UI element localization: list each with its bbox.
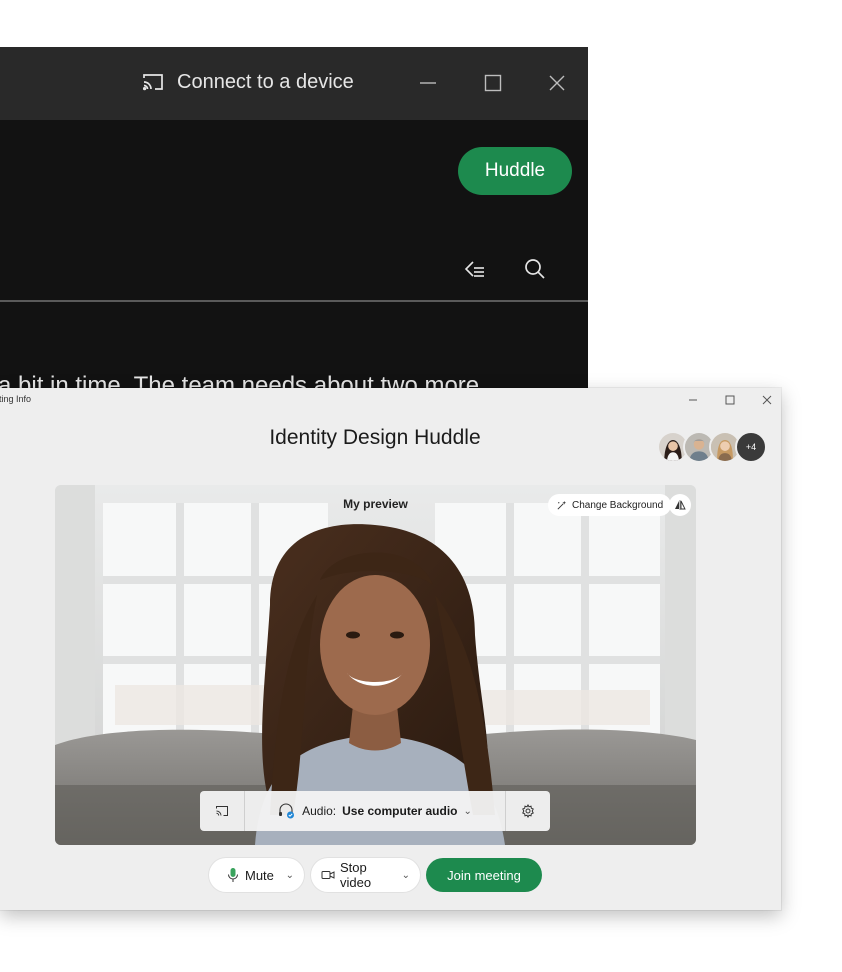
mirror-view-button[interactable] — [669, 494, 691, 516]
thread-reply-icon — [464, 261, 484, 277]
stop-video-label: Stop video — [340, 860, 372, 890]
threads-button[interactable] — [461, 255, 489, 283]
more-participants-badge[interactable]: +4 — [735, 431, 767, 463]
change-background-button[interactable]: Change Background — [548, 494, 672, 516]
meeting-window: eting Info Identity Design Huddle — [0, 388, 781, 910]
meeting-close-button[interactable] — [759, 392, 775, 408]
mute-label: Mute — [245, 867, 274, 883]
close-icon — [762, 395, 772, 405]
dark-app-window: Connect to a device Huddle a bit in time… — [0, 47, 588, 392]
mute-button[interactable]: Mute ⌄ — [209, 858, 304, 892]
chevron-down-icon[interactable]: ⌄ — [402, 870, 410, 881]
minimize-icon — [689, 399, 697, 401]
chevron-down-icon[interactable]: ⌄ — [286, 870, 294, 881]
video-camera-icon — [321, 871, 335, 879]
participant-avatars[interactable]: +4 — [657, 431, 777, 465]
meeting-minimize-button[interactable] — [685, 392, 701, 408]
dark-divider — [0, 300, 588, 302]
chevron-down-icon: ⌄ — [463, 805, 472, 817]
maximize-icon — [725, 395, 735, 405]
change-background-label: Change Background — [572, 499, 664, 511]
stop-video-button[interactable]: Stop video ⌄ — [311, 858, 420, 892]
dark-titlebar: Connect to a device — [0, 47, 588, 120]
gear-icon — [522, 804, 534, 818]
audio-option-dropdown[interactable]: Audio: Use computer audio ⌄ — [245, 791, 505, 831]
minimize-icon — [420, 82, 436, 84]
microphone-icon — [228, 868, 238, 882]
meeting-maximize-button[interactable] — [722, 392, 738, 408]
cast-icon — [216, 806, 228, 816]
connect-device-button[interactable] — [200, 791, 244, 831]
meeting-title: Identity Design Huddle — [269, 426, 481, 449]
connect-to-device-button[interactable]: Connect to a device — [141, 70, 354, 94]
audio-prefix: Audio: — [302, 804, 337, 818]
close-icon — [549, 75, 565, 91]
audio-bar: Audio: Use computer audio ⌄ — [200, 791, 550, 831]
screen: Connect to a device Huddle a bit in time… — [0, 0, 842, 972]
audio-settings-button[interactable] — [506, 791, 550, 831]
maximize-button[interactable] — [479, 69, 507, 97]
meeting-info-tab[interactable]: eting Info — [0, 394, 31, 404]
maximize-icon — [484, 74, 502, 92]
huddle-button[interactable]: Huddle — [458, 147, 572, 195]
connect-label: Connect to a device — [177, 70, 354, 93]
search-icon — [525, 259, 545, 279]
mirror-icon — [675, 500, 686, 510]
minimize-button[interactable] — [414, 69, 442, 97]
search-button[interactable] — [521, 255, 549, 283]
video-preview: My preview Change Background Audio: Use … — [55, 485, 696, 845]
join-meeting-button[interactable]: Join meeting — [426, 858, 542, 892]
close-button[interactable] — [543, 69, 571, 97]
cast-icon — [142, 74, 163, 91]
headset-connected-icon — [279, 803, 295, 819]
magic-wand-icon — [557, 500, 567, 509]
audio-value: Use computer audio — [342, 804, 458, 818]
